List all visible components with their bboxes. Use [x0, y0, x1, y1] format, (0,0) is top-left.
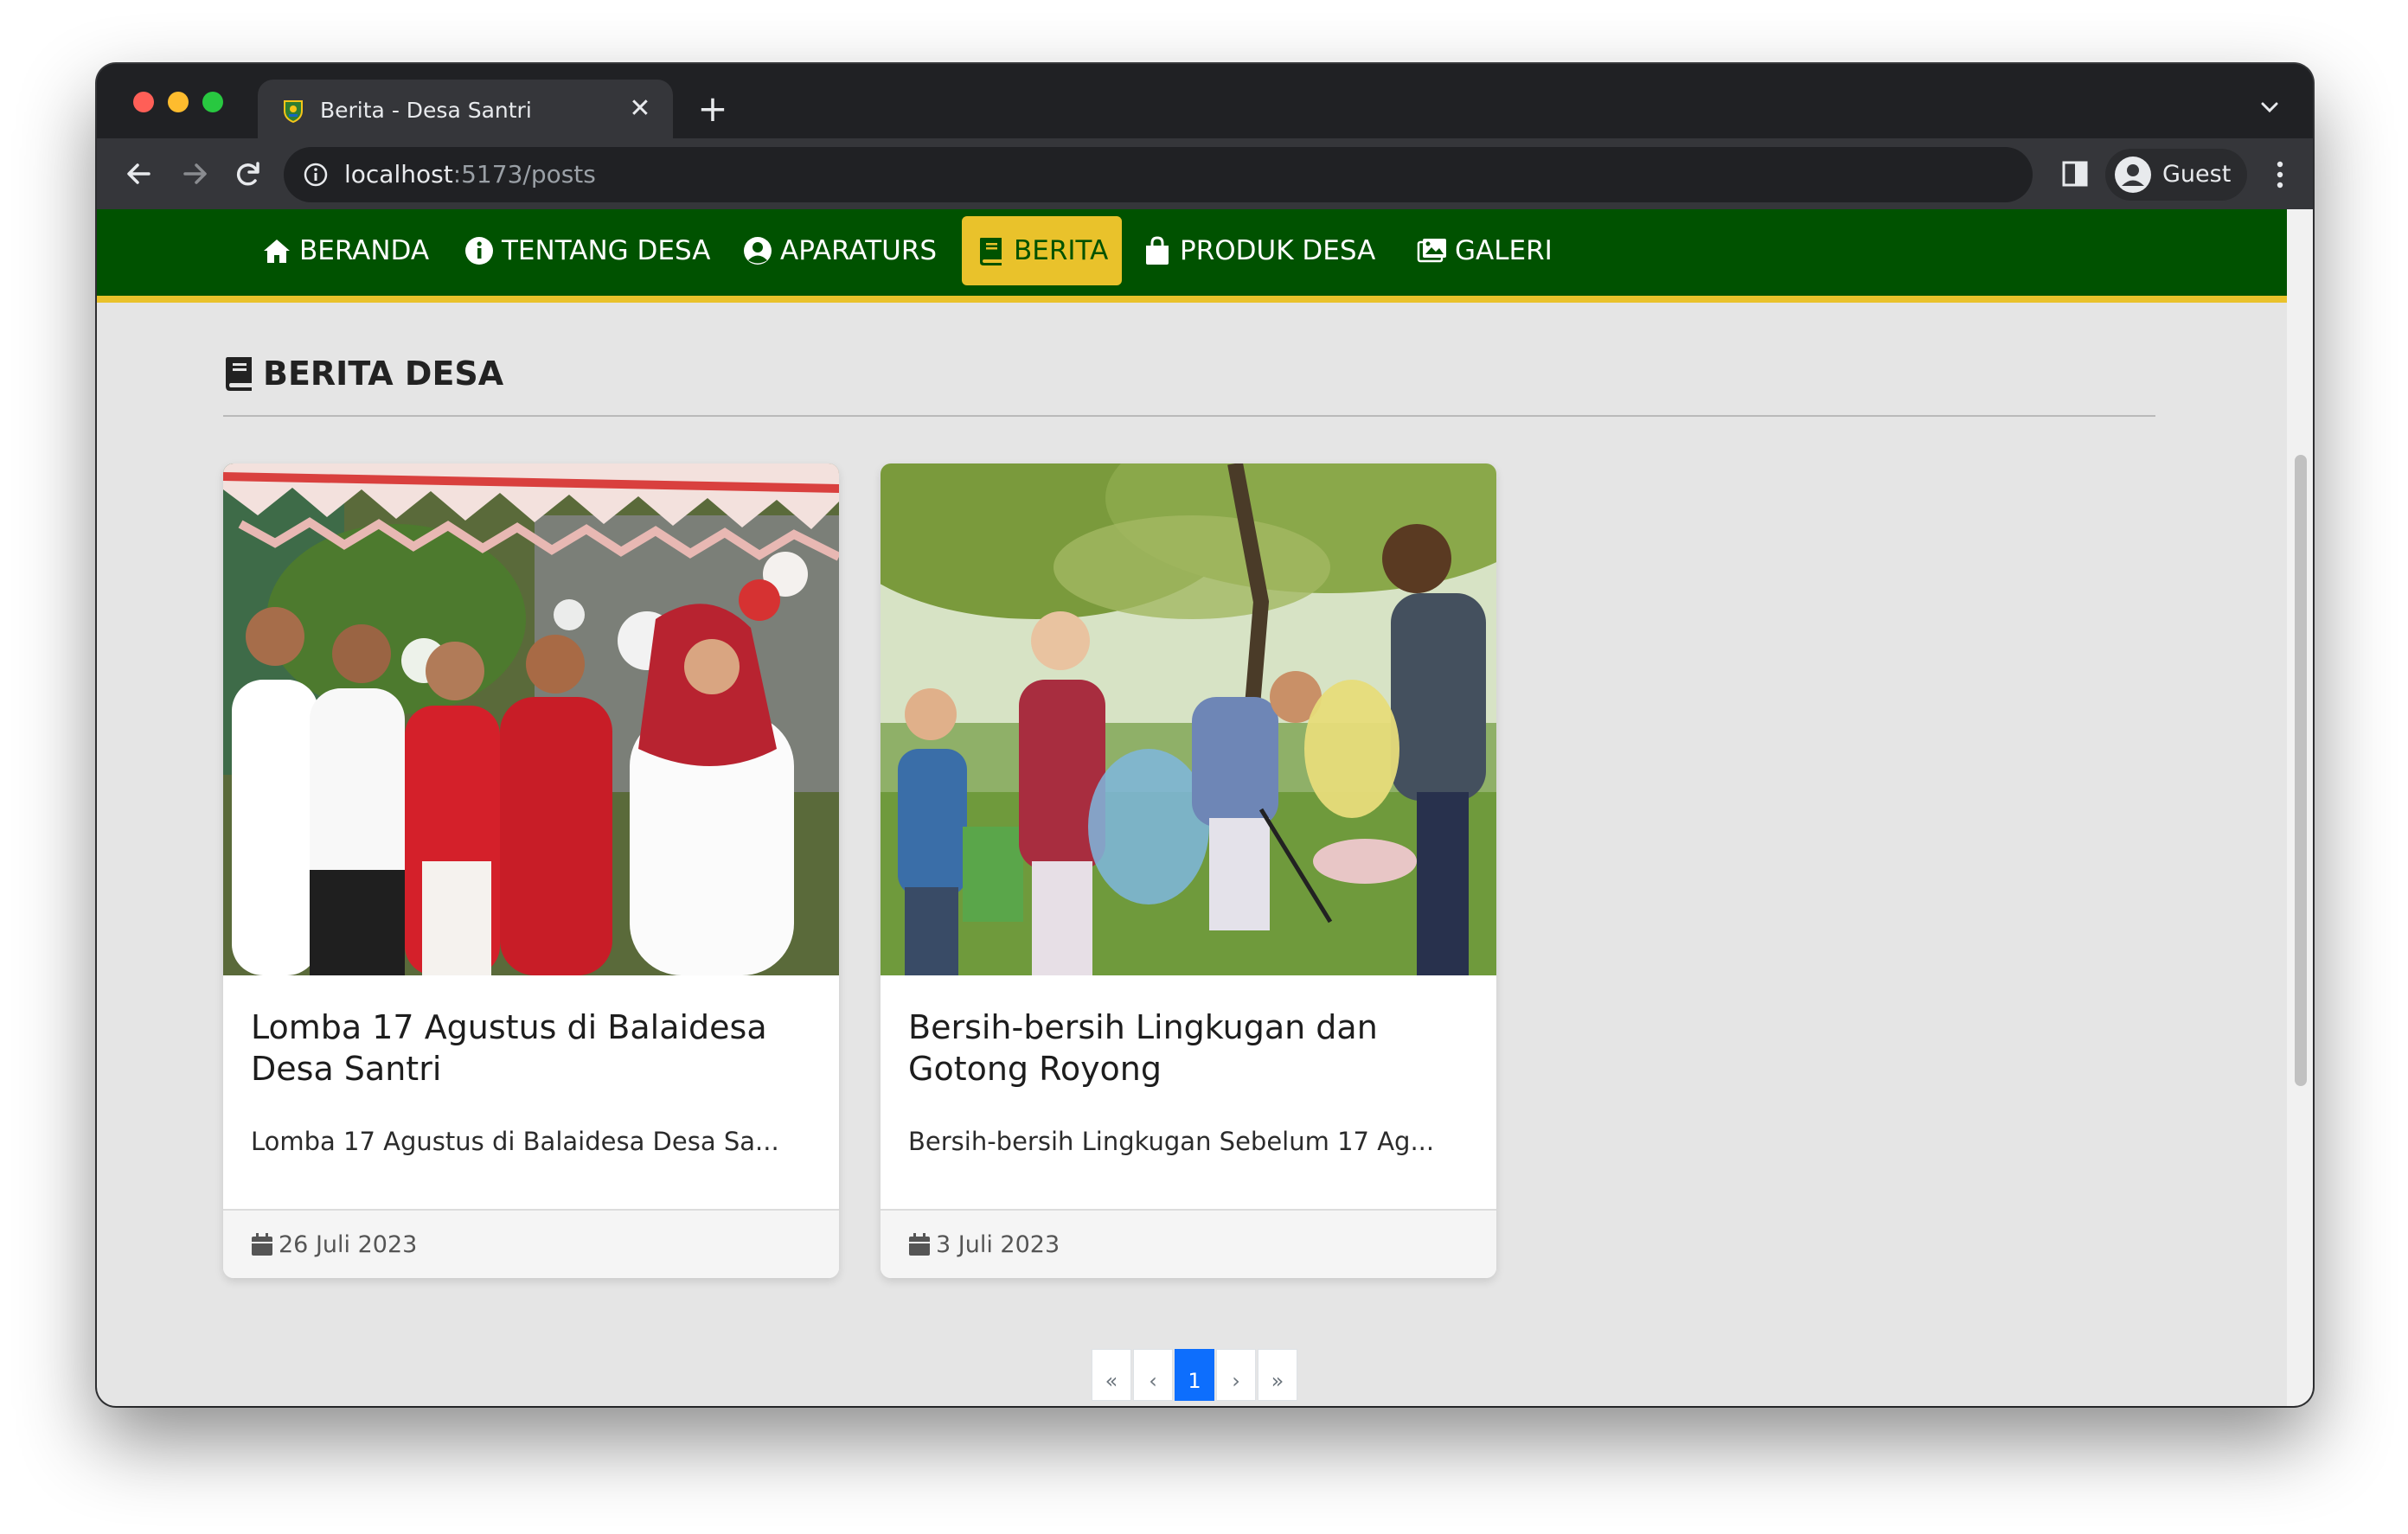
more-menu-icon[interactable] — [2263, 154, 2297, 195]
user-circle-icon — [744, 237, 772, 265]
post-image — [223, 463, 839, 975]
post-excerpt: Lomba 17 Agustus di Balaidesa Desa Sa... — [251, 1127, 779, 1156]
heading-divider — [223, 415, 2155, 417]
images-icon — [1417, 239, 1446, 263]
page-title: BERITA DESA — [223, 355, 503, 393]
forward-button[interactable] — [175, 154, 215, 194]
url-path: :5173/posts — [452, 160, 596, 189]
side-panel-icon[interactable] — [2057, 156, 2093, 192]
nav-label: BERANDA — [299, 235, 430, 266]
next-page-button[interactable]: › — [1216, 1349, 1256, 1401]
nav-item-berita[interactable]: BERITA — [962, 216, 1123, 285]
site-navbar: BERANDA TENTANG DESA APARATURS BERITA PR… — [97, 209, 2287, 303]
close-window-button[interactable] — [133, 92, 154, 112]
post-date: 26 Juli 2023 — [279, 1230, 418, 1258]
calendar-icon — [252, 1233, 272, 1256]
post-card[interactable]: Lomba 17 Agustus di Balaidesa Desa Santr… — [223, 463, 839, 1278]
browser-window: Berita - Desa Santri ✕ + localhost:5173/… — [97, 64, 2313, 1406]
tab-bar: Berita - Desa Santri ✕ + — [97, 64, 2313, 140]
profile-button[interactable]: Guest — [2105, 149, 2247, 201]
calendar-icon — [909, 1233, 930, 1256]
post-date: 3 Juli 2023 — [936, 1230, 1060, 1258]
prev-page-button[interactable]: ‹ — [1133, 1349, 1173, 1401]
browser-toolbar: localhost:5173/posts Guest — [97, 138, 2313, 209]
post-title[interactable]: Lomba 17 Agustus di Balaidesa Desa Santr… — [251, 1007, 813, 1090]
book-icon — [980, 238, 1002, 265]
post-footer: 26 Juli 2023 — [223, 1209, 839, 1278]
chevron-down-icon[interactable] — [2252, 90, 2287, 125]
post-image — [881, 463, 1496, 975]
nav-item-beranda[interactable]: BERANDA — [247, 216, 443, 285]
nav-item-produk-desa[interactable]: PRODUK DESA — [1128, 216, 1389, 285]
site-info-icon[interactable] — [303, 162, 329, 188]
nav-label: TENTANG DESA — [502, 235, 711, 266]
nav-item-galeri[interactable]: GALERI — [1403, 216, 1566, 285]
post-footer: 3 Juli 2023 — [881, 1209, 1496, 1278]
nav-label: PRODUK DESA — [1180, 235, 1376, 266]
village-crest-icon — [284, 100, 303, 123]
arrow-left-icon — [127, 163, 150, 184]
nav-label: APARATURS — [780, 235, 938, 266]
close-tab-icon[interactable]: ✕ — [624, 93, 656, 125]
minimize-window-button[interactable] — [168, 92, 189, 112]
tab-title: Berita - Desa Santri — [320, 98, 532, 123]
page-title-text: BERITA DESA — [263, 355, 504, 393]
post-title[interactable]: Bersih-bersih Lingkugan dan Gotong Royon… — [908, 1007, 1470, 1090]
shopping-bag-icon — [1146, 236, 1169, 265]
info-icon — [465, 237, 493, 265]
pagination: « ‹ 1 › » — [1092, 1349, 1299, 1401]
arrow-right-icon — [183, 163, 207, 184]
nav-item-tentang-desa[interactable]: TENTANG DESA — [450, 216, 724, 285]
reload-button[interactable] — [228, 154, 268, 194]
home-icon — [264, 240, 290, 263]
reload-icon — [236, 162, 259, 186]
current-page-button[interactable]: 1 — [1175, 1349, 1214, 1401]
book-icon — [226, 357, 252, 391]
new-tab-button[interactable]: + — [694, 91, 732, 130]
last-page-button[interactable]: » — [1258, 1349, 1297, 1401]
page-viewport: BERANDA TENTANG DESA APARATURS BERITA PR… — [97, 209, 2287, 1406]
first-page-button[interactable]: « — [1092, 1349, 1131, 1401]
url-host: localhost — [344, 160, 453, 189]
nav-label: BERITA — [1014, 235, 1109, 266]
avatar-icon — [2115, 157, 2151, 193]
post-excerpt: Bersih-bersih Lingkugan Sebelum 17 Ag... — [908, 1127, 1435, 1156]
page-scrollbar[interactable] — [2287, 209, 2313, 1406]
post-card[interactable]: Bersih-bersih Lingkugan dan Gotong Royon… — [881, 463, 1496, 1278]
maximize-window-button[interactable] — [202, 92, 223, 112]
back-button[interactable] — [119, 154, 159, 194]
address-bar[interactable]: localhost:5173/posts — [284, 147, 2033, 202]
nav-label: GALERI — [1455, 235, 1553, 266]
profile-label: Guest — [2162, 161, 2232, 188]
scrollbar-thumb[interactable] — [2295, 455, 2307, 1086]
nav-item-aparaturs[interactable]: APARATURS — [728, 216, 951, 285]
url-text: localhost:5173/posts — [344, 159, 596, 190]
browser-tab[interactable]: Berita - Desa Santri ✕ — [258, 80, 673, 140]
